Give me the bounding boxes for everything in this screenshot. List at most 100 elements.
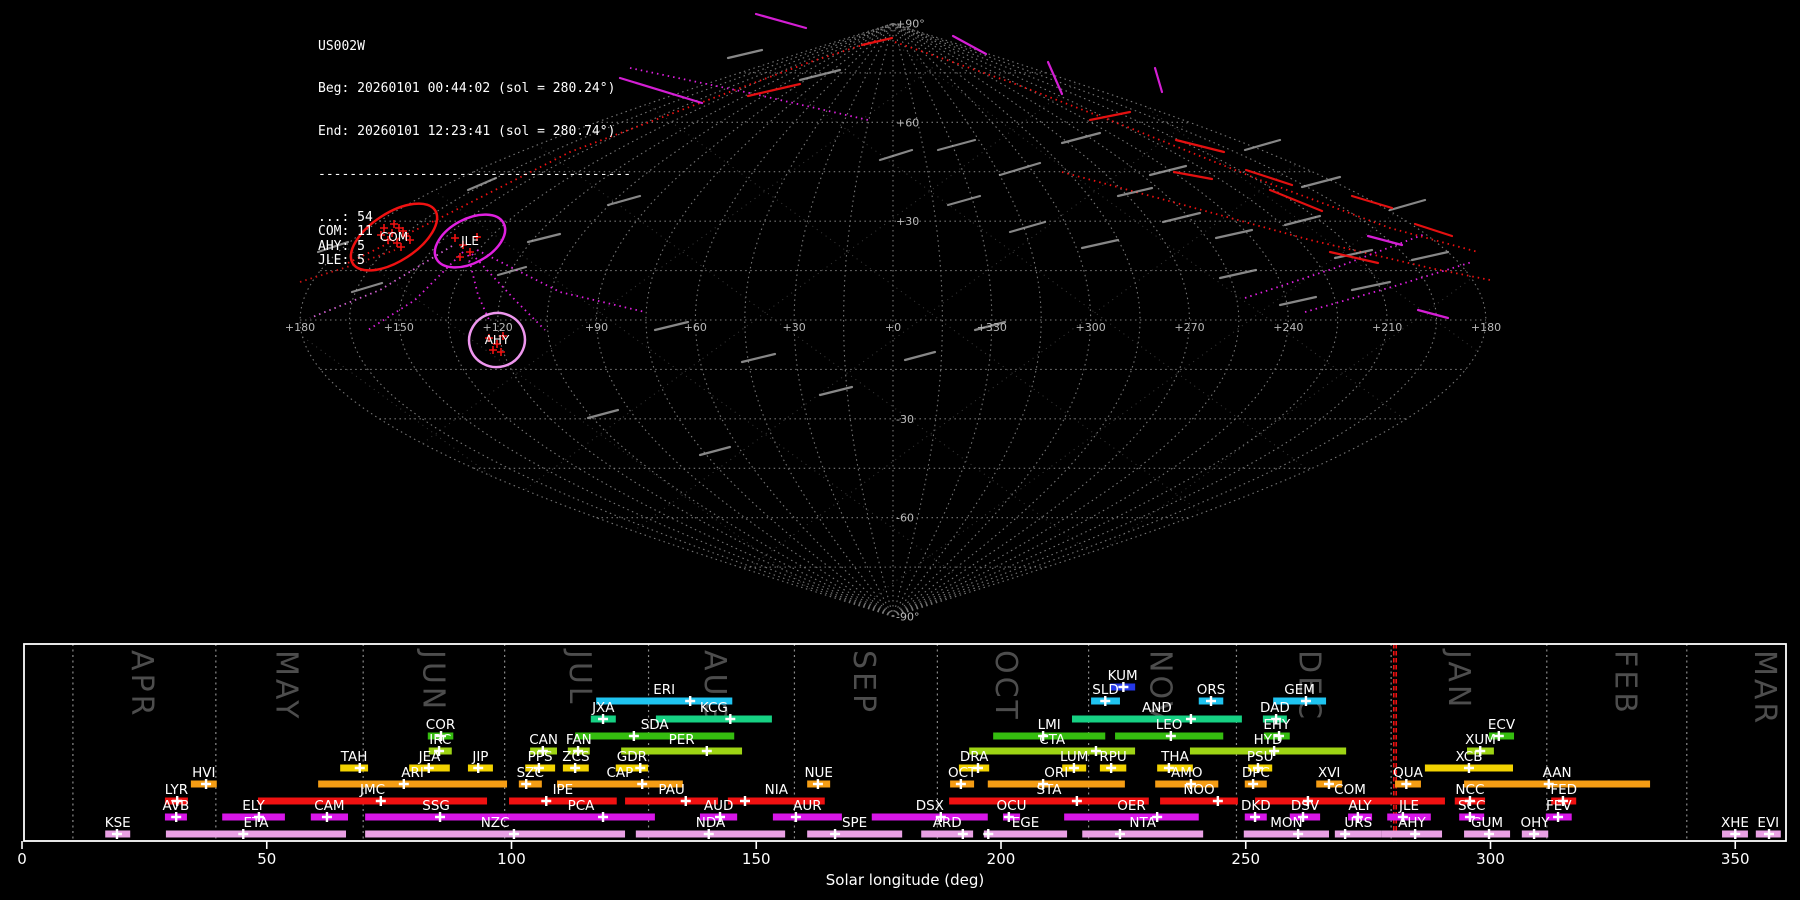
svg-text:+120: +120 <box>483 321 513 334</box>
x-tick-label: 300 <box>1476 850 1505 868</box>
shower-code: DPC <box>1242 765 1270 781</box>
shower-code: PER <box>669 732 695 748</box>
shower-code: JXA <box>591 700 615 716</box>
svg-text:+180: +180 <box>1471 321 1501 334</box>
shower-code: AMO <box>1171 765 1203 781</box>
shower-code: ELY <box>242 798 265 814</box>
shower-code: KSE <box>105 815 131 831</box>
shower-code: LUM <box>1060 749 1088 765</box>
svg-text:-60: -60 <box>896 512 914 525</box>
shower-code: ARD <box>933 815 962 831</box>
shower-RPU: RPU <box>1099 749 1127 773</box>
shower-bars: KUMERI SLD ORS GEMJXA KCG AND DADCOR SDA LMI LEO E… <box>105 668 1781 839</box>
shower-code: AAN <box>1543 765 1572 781</box>
shower-KSE: KSE <box>105 815 131 839</box>
shower-OHY: OHY <box>1520 815 1550 839</box>
svg-text:+60: +60 <box>684 321 707 334</box>
shower-code: STA <box>1036 782 1062 798</box>
shower-code: DRA <box>960 749 989 765</box>
x-axis: 0 50 100 150 200 250 300 350 Solar longitude (de… <box>17 841 1750 889</box>
svg-text:+60: +60 <box>896 116 919 129</box>
shower-code: NOO <box>1183 782 1214 798</box>
shower-code: EGE <box>1012 815 1040 831</box>
shower-JXA: JXA <box>590 700 616 724</box>
shower-code: SCC <box>1458 798 1485 814</box>
count-row: COM: 11 <box>318 224 373 240</box>
shower-code: AVB <box>162 798 189 814</box>
shower-code: XUM <box>1465 732 1496 748</box>
shower-code: CTA <box>1039 732 1066 748</box>
shower-code: PPS <box>528 749 553 765</box>
x-tick-label: 50 <box>257 850 276 868</box>
shower-code: OHY <box>1520 815 1550 831</box>
shower-code: QUA <box>1393 765 1424 781</box>
x-tick-label: 100 <box>497 850 526 868</box>
radiant-label-AHY: AHY <box>485 333 510 347</box>
shower-code: LMI <box>1038 717 1061 733</box>
shower-code: NZC <box>481 815 510 831</box>
shower-code: MON <box>1270 815 1302 831</box>
x-tick-label: 0 <box>17 850 27 868</box>
shower-code: XHE <box>1721 815 1749 831</box>
shower-code: XCB <box>1456 749 1483 765</box>
shower-code: CAN <box>529 732 558 748</box>
radiant-AHY: AHY <box>467 311 527 369</box>
shower-code: RPU <box>1099 749 1126 765</box>
shower-XCB: XCB <box>1424 749 1514 773</box>
shower-code: PCA <box>568 798 596 814</box>
svg-text:+330: +330 <box>977 321 1007 334</box>
month-label: SEP <box>846 650 881 715</box>
shower-DKD: DKD <box>1241 798 1271 822</box>
shower-code: DSX <box>916 798 944 814</box>
month-label: JUN <box>415 648 450 712</box>
info-divider: ---------------------------------------- <box>318 167 632 183</box>
shower-HVI: HVI <box>190 765 217 789</box>
shower-code: XVI <box>1318 765 1340 781</box>
shower-DPC: DPC <box>1242 765 1270 789</box>
shower-code: FED <box>1550 782 1577 798</box>
shower-code: GDR <box>617 749 647 765</box>
shower-code: DKD <box>1241 798 1271 814</box>
shower-code: IPE <box>553 782 574 798</box>
shower-code: HVI <box>192 765 215 781</box>
shower-code: URS <box>1344 815 1372 831</box>
end-time: End: 20260101 12:23:41 (sol = 280.74°) <box>318 124 616 140</box>
shower-code: CAP <box>606 765 633 781</box>
shower-code: ALY <box>1348 798 1372 814</box>
shower-code: GUM <box>1471 815 1503 831</box>
shower-code: EVI <box>1757 815 1779 831</box>
svg-text:+180: +180 <box>285 321 315 334</box>
shower-code: NIA <box>765 782 789 798</box>
month-label: APR <box>124 650 159 718</box>
shower-code: ETA <box>244 815 270 831</box>
svg-text:+0: +0 <box>885 321 901 334</box>
shower-code: EHY <box>1263 717 1291 733</box>
radiant-analysis-screen: COM JLE AHY +180 +150 +120 +90 +60 +30 +0 +330 +300… <box>0 0 1800 900</box>
shower-code: NUE <box>804 765 833 781</box>
svg-text:+90°: +90° <box>896 17 925 30</box>
svg-text:+210: +210 <box>1372 321 1402 334</box>
shower-code: OCT <box>948 765 977 781</box>
shower-code: THA <box>1160 749 1189 765</box>
count-row: ...: 54 <box>318 210 373 226</box>
meteor-counts: ...: 54 COM: 11 AHY: 5 JLE: 5 <box>318 210 631 269</box>
shower-code: COM <box>1334 782 1366 798</box>
shower-code: OCU <box>997 798 1027 814</box>
shower-code: JIP <box>471 749 488 765</box>
svg-text:+90: +90 <box>585 321 608 334</box>
shower-AVB: AVB <box>162 798 189 822</box>
shower-JIP: JIP <box>467 749 493 773</box>
svg-text:-30: -30 <box>896 413 914 426</box>
shower-NDA: NDA <box>635 815 786 839</box>
shower-code: DAD <box>1260 700 1290 716</box>
shower-SZC: SZC <box>517 765 544 789</box>
shower-NUE: NUE <box>804 765 833 789</box>
current-sol-marker <box>1392 644 1398 841</box>
count-row: JLE: 5 <box>318 253 365 269</box>
svg-text:+300: +300 <box>1076 321 1106 334</box>
shower-code: SDA <box>641 717 670 733</box>
observation-info-block: US002W Beg: 20260101 00:44:02 (sol = 280… <box>318 11 631 297</box>
shower-ZCS: ZCS <box>562 749 590 773</box>
x-tick-label: 350 <box>1721 850 1750 868</box>
shower-code: COR <box>426 717 455 733</box>
